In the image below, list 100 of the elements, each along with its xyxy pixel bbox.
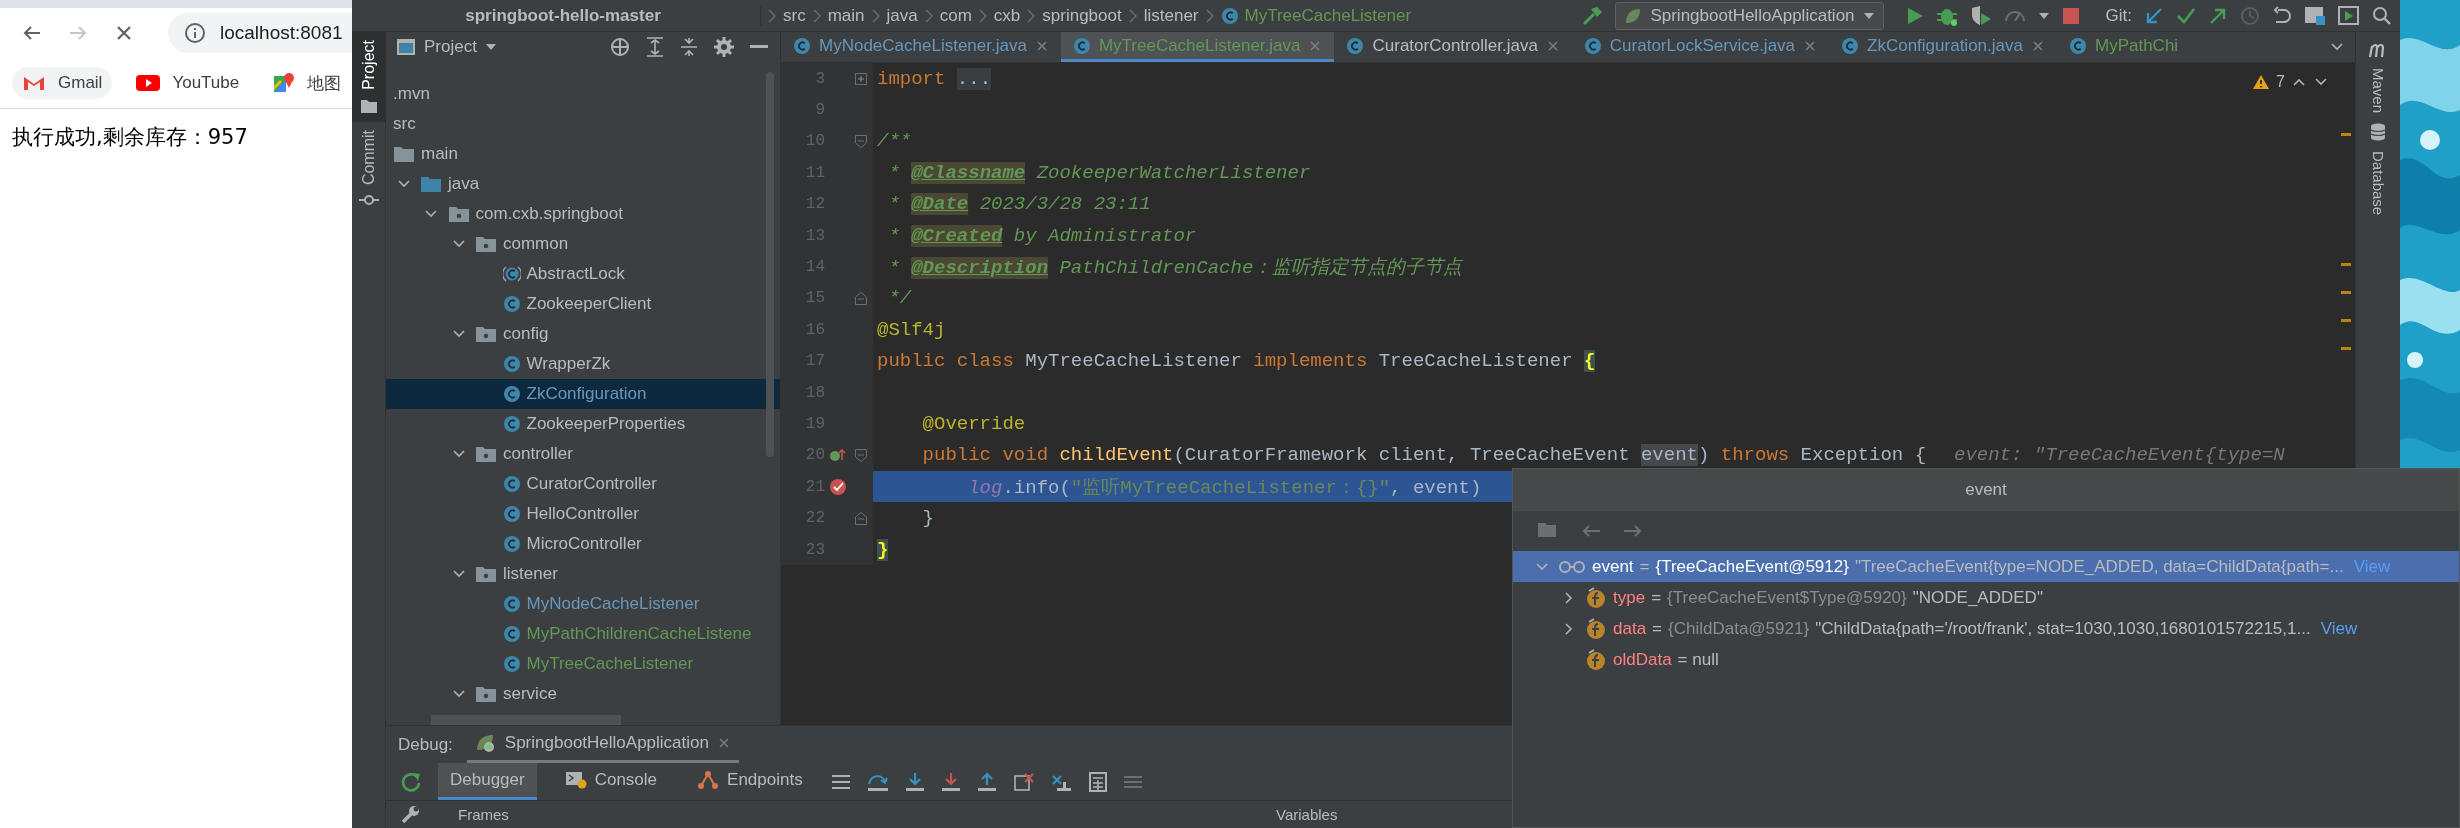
tree-item[interactable]: WrapperZk	[386, 349, 780, 379]
tree-item[interactable]: config	[386, 319, 780, 349]
variable-row[interactable]: event = {TreeCacheEvent@5912} "TreeCacheEvent{type=NODE_ADDED, data=ChildData{path=... View	[1513, 551, 2459, 582]
tree-item[interactable]: AbstractLock	[386, 259, 780, 289]
tree-item[interactable]: .mvn	[386, 79, 780, 109]
calculator-icon[interactable]	[1088, 771, 1107, 792]
play-icon[interactable]	[1905, 5, 1924, 26]
expand-all-icon[interactable]	[646, 37, 664, 57]
shield-play-icon[interactable]	[1969, 4, 1992, 27]
tree-item[interactable]: main	[386, 139, 780, 169]
tree-item[interactable]: MyNodeCacheListener	[386, 589, 780, 619]
fold-icon[interactable]	[855, 134, 867, 148]
side-tab[interactable]: Project	[352, 32, 385, 122]
collapse-all-icon[interactable]	[680, 37, 698, 57]
class-icon	[1583, 36, 1602, 55]
breadcrumb[interactable]: cxb	[993, 5, 1021, 26]
breadcrumb[interactable]: java	[886, 5, 918, 26]
search-icon[interactable]	[2372, 5, 2392, 26]
variable-row[interactable]: type = {TreeCacheEvent$Type@5920} "NODE_ADDED"	[1513, 582, 2459, 613]
editor-tab[interactable]: CuratorController.java	[1334, 32, 1572, 62]
tree-item[interactable]: MyTreeCacheListener	[386, 649, 780, 679]
arrow-down-left-icon[interactable]	[2144, 5, 2164, 26]
breadcrumb[interactable]: listener	[1143, 5, 1199, 26]
scrollbar[interactable]	[431, 715, 621, 725]
variable-row[interactable]: oldData = null	[1513, 644, 2459, 675]
fold-icon[interactable]	[855, 448, 867, 462]
stop-icon[interactable]	[2061, 6, 2080, 25]
run-config-dropdown[interactable]: SpringbootHelloApplication	[1615, 1, 1884, 30]
debug-tab[interactable]: Endpoints	[685, 763, 815, 800]
bookmark[interactable]: Gmail	[12, 67, 113, 99]
tree-item[interactable]: MyPathChildrenCacheListene	[386, 619, 780, 649]
breadcrumb[interactable]: MyTreeCacheListener	[1220, 5, 1412, 26]
breadcrumb[interactable]: main	[827, 5, 865, 26]
class-icon	[1346, 36, 1365, 55]
class-icon	[502, 355, 521, 373]
tree-item[interactable]: common	[386, 229, 780, 259]
side-tab[interactable]: Commit	[352, 121, 385, 215]
tree-item[interactable]: service	[386, 679, 780, 709]
breadcrumb[interactable]: src	[783, 5, 806, 26]
minimize-icon[interactable]	[750, 45, 768, 49]
nodes-icon	[697, 770, 720, 790]
map-pin-icon	[273, 72, 296, 94]
scrollbar[interactable]	[766, 72, 774, 457]
tree-item[interactable]: ZookeeperClient	[386, 289, 780, 319]
tree-item[interactable]: controller	[386, 439, 780, 469]
class-icon	[502, 535, 521, 553]
debug-tab[interactable]: Debugger	[438, 763, 537, 800]
caret-icon[interactable]	[484, 43, 497, 51]
wrench-icon[interactable]	[400, 804, 420, 825]
rerun-icon[interactable]	[400, 770, 422, 793]
undo-icon[interactable]	[2272, 5, 2292, 26]
folder-icon	[359, 97, 378, 114]
tree-item[interactable]: HelloController	[386, 499, 780, 529]
class-icon	[502, 415, 521, 433]
breadcrumb[interactable]: com	[939, 5, 972, 26]
settings-icon[interactable]	[714, 37, 734, 57]
fold-icon[interactable]	[855, 511, 867, 525]
window-icon[interactable]	[2338, 5, 2360, 26]
drop-frame-icon[interactable]	[1012, 771, 1035, 792]
caret-icon[interactable]	[2037, 11, 2050, 20]
step-out-icon[interactable]	[976, 771, 997, 792]
fold-icon[interactable]	[855, 291, 867, 305]
database-icon	[2370, 123, 2386, 142]
editor-tab[interactable]: MyPathChi	[2056, 32, 2191, 62]
bookmark[interactable]: 地图	[263, 65, 352, 101]
tree-item[interactable]: java	[386, 169, 780, 199]
step-into-icon[interactable]	[904, 771, 925, 792]
tree-item[interactable]: ZkConfiguration	[386, 379, 780, 409]
breakpoint-icon[interactable]	[829, 477, 847, 496]
tree-item[interactable]: listener	[386, 559, 780, 589]
tree-item[interactable]: com.cxb.springboot	[386, 199, 780, 229]
leaf-bug-icon	[474, 732, 497, 754]
side-tab[interactable]: Database	[2369, 151, 2387, 216]
step-into-icon[interactable]	[940, 771, 961, 792]
layout-icon[interactable]	[2304, 5, 2326, 26]
tree-item[interactable]: src	[386, 109, 780, 139]
warning-icon[interactable]	[2252, 74, 2271, 90]
variable-row[interactable]: data = {ChildData@5921} "ChildData{path='/root/frank', stat=1030,1030,1680101572215,1... View	[1513, 613, 2459, 644]
warning-count[interactable]: 7	[2276, 73, 2285, 91]
window-icon	[396, 38, 416, 56]
breadcrumb[interactable]: springboot-hello-master	[366, 5, 761, 26]
code-line: * @Date 2023/3/28 23:11	[887, 193, 1151, 216]
breadcrumb[interactable]: springboot	[1042, 5, 1122, 26]
editor-tab[interactable]: CuratorLockService.java	[1571, 32, 1830, 62]
debug-tab[interactable]: Console	[552, 763, 670, 800]
editor-tab[interactable]: ZkConfiguration.java	[1829, 32, 2057, 62]
fold-plus-icon[interactable]	[855, 72, 867, 85]
hammer-icon[interactable]	[1581, 4, 1604, 27]
tree-item[interactable]: CuratorController	[386, 469, 780, 499]
editor-tab[interactable]: MyNodeCacheListener.java	[781, 32, 1061, 62]
tree-item[interactable]: MicroController	[386, 529, 780, 559]
address-bar[interactable]: localhost:8081	[168, 13, 352, 53]
play-icon	[136, 74, 161, 92]
implements-icon[interactable]	[829, 447, 847, 464]
bookmark[interactable]: YouTube	[126, 67, 250, 99]
menu-icon[interactable]	[830, 773, 851, 790]
tree-item[interactable]: ZookeeperProperties	[386, 409, 780, 439]
panel-title[interactable]: Project	[424, 37, 477, 57]
side-tab[interactable]: Maven	[2369, 68, 2387, 114]
crosshair-icon[interactable]	[610, 37, 630, 57]
